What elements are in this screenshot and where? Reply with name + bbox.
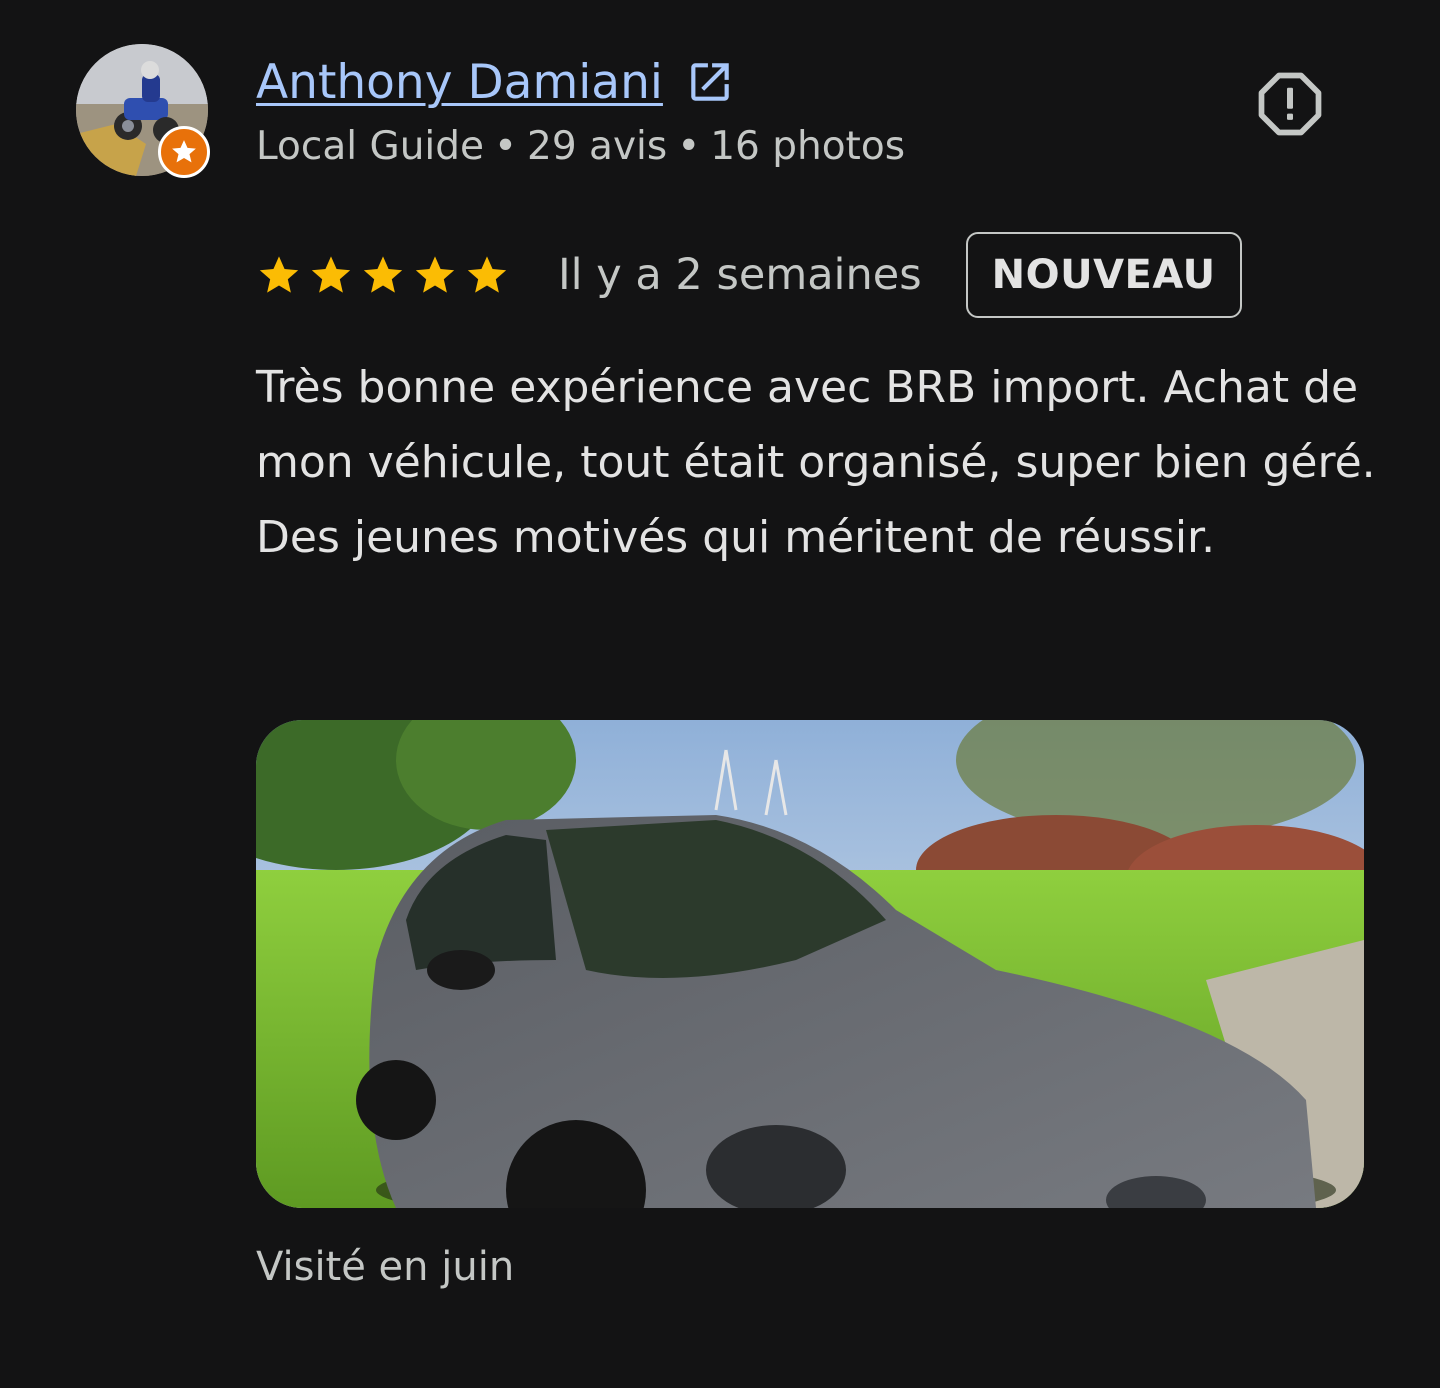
local-guide-star-icon xyxy=(172,140,196,163)
reviewer-meta: Local Guide • 29 avis • 16 photos xyxy=(256,124,905,169)
local-guide-label: Local Guide xyxy=(256,124,485,169)
local-guide-badge xyxy=(158,126,210,178)
report-icon xyxy=(1258,72,1322,136)
reviewer-name-link[interactable]: Anthony Damiani xyxy=(256,55,663,110)
photo-count: 16 photos xyxy=(710,124,906,169)
review-text: Très bonne expérience avec BRB import. A… xyxy=(256,362,1376,563)
review-count: 29 avis xyxy=(527,124,668,169)
new-badge: NOUVEAU xyxy=(965,232,1242,318)
reviewer-header: Anthony Damiani xyxy=(256,50,735,114)
open-in-new-icon[interactable] xyxy=(685,57,735,107)
star-icon xyxy=(415,256,455,293)
star-rating xyxy=(256,252,510,298)
rating-row: Il y a 2 semaines NOUVEAU xyxy=(256,228,1242,322)
review-photo[interactable] xyxy=(256,720,1364,1208)
star-icon xyxy=(259,256,299,293)
review-time: Il y a 2 semaines xyxy=(558,250,922,300)
report-button[interactable] xyxy=(1254,68,1326,140)
star-icon xyxy=(363,256,403,293)
star-icon xyxy=(467,256,507,293)
star-icon xyxy=(311,256,351,293)
visited-label: Visité en juin xyxy=(256,1244,515,1290)
meta-separator: • xyxy=(677,124,701,169)
meta-separator: • xyxy=(494,124,518,169)
